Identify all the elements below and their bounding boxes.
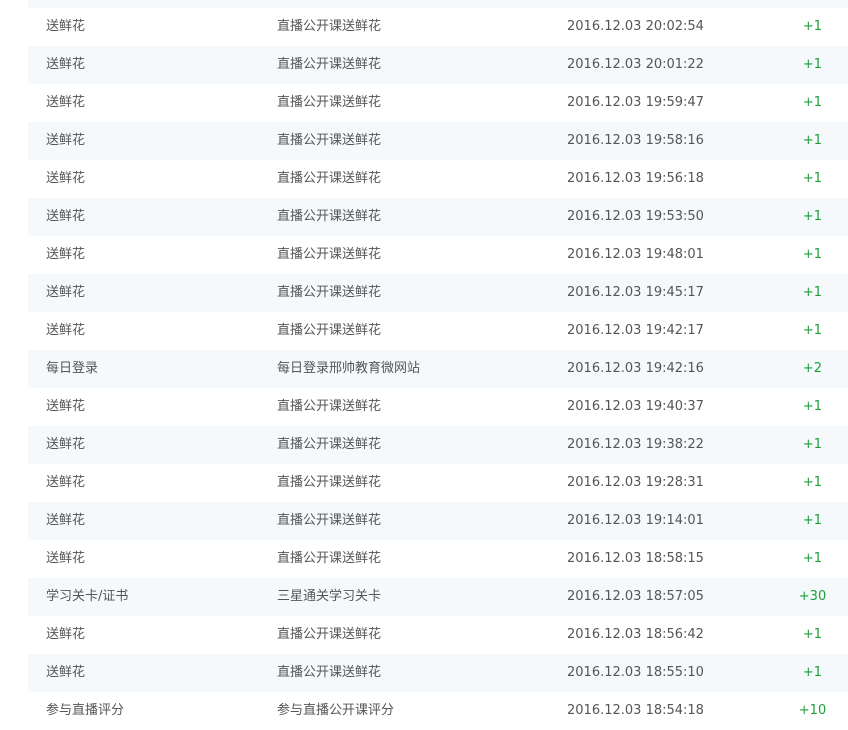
row-timestamp: 2016.12.03 18:58:15 bbox=[567, 551, 704, 566]
row-points: +1 bbox=[802, 665, 823, 680]
row-timestamp: 2016.12.03 19:58:16 bbox=[567, 133, 704, 148]
row-type: 送鲜花 bbox=[46, 171, 86, 186]
row-timestamp: 2016.12.03 19:45:17 bbox=[567, 285, 704, 300]
row-points: +1 bbox=[802, 247, 823, 262]
row-points: +30 bbox=[798, 589, 827, 604]
table-row: 送鲜花 直播公开课送鲜花 2016.12.03 19:53:50 +1 bbox=[28, 198, 848, 236]
row-timestamp: 2016.12.03 19:28:31 bbox=[567, 475, 704, 490]
table-row: 送鲜花 直播公开课送鲜花 2016.12.03 18:58:15 +1 bbox=[28, 540, 848, 578]
table-row: 送鲜花 直播公开课送鲜花 2016.12.03 19:48:01 +1 bbox=[28, 236, 848, 274]
row-type: 送鲜花 bbox=[46, 475, 86, 490]
row-points: +1 bbox=[802, 57, 823, 72]
row-description: 直播公开课送鲜花 bbox=[277, 57, 382, 72]
row-description: 直播公开课送鲜花 bbox=[277, 285, 382, 300]
table-top-strip bbox=[28, 0, 848, 8]
table-row: 送鲜花 直播公开课送鲜花 2016.12.03 18:56:42 +1 bbox=[28, 616, 848, 654]
row-type: 送鲜花 bbox=[46, 57, 86, 72]
row-type: 送鲜花 bbox=[46, 209, 86, 224]
row-description: 直播公开课送鲜花 bbox=[277, 513, 382, 528]
row-points: +1 bbox=[802, 475, 823, 490]
points-history-table: 送鲜花 直播公开课送鲜花 2016.12.03 20:02:54 +1 送鲜花 … bbox=[28, 0, 848, 730]
table-row: 送鲜花 直播公开课送鲜花 2016.12.03 19:40:37 +1 bbox=[28, 388, 848, 426]
row-type: 送鲜花 bbox=[46, 19, 86, 34]
row-timestamp: 2016.12.03 19:42:17 bbox=[567, 323, 704, 338]
row-description: 直播公开课送鲜花 bbox=[277, 171, 382, 186]
row-description: 直播公开课送鲜花 bbox=[277, 475, 382, 490]
table-row: 学习关卡/证书 三星通关学习关卡 2016.12.03 18:57:05 +30 bbox=[28, 578, 848, 616]
row-points: +1 bbox=[802, 627, 823, 642]
row-points: +1 bbox=[802, 399, 823, 414]
table-row: 送鲜花 直播公开课送鲜花 2016.12.03 19:28:31 +1 bbox=[28, 464, 848, 502]
row-points: +1 bbox=[802, 285, 823, 300]
row-description: 每日登录邢帅教育微网站 bbox=[277, 361, 421, 376]
table-row: 送鲜花 直播公开课送鲜花 2016.12.03 19:38:22 +1 bbox=[28, 426, 848, 464]
row-description: 直播公开课送鲜花 bbox=[277, 399, 382, 414]
table-row: 送鲜花 直播公开课送鲜花 2016.12.03 19:45:17 +1 bbox=[28, 274, 848, 312]
row-points: +1 bbox=[802, 513, 823, 528]
row-timestamp: 2016.12.03 19:59:47 bbox=[567, 95, 704, 110]
row-type: 送鲜花 bbox=[46, 323, 86, 338]
row-type: 送鲜花 bbox=[46, 399, 86, 414]
table-row: 送鲜花 直播公开课送鲜花 2016.12.03 19:14:01 +1 bbox=[28, 502, 848, 540]
row-timestamp: 2016.12.03 18:57:05 bbox=[567, 589, 704, 604]
row-description: 直播公开课送鲜花 bbox=[277, 133, 382, 148]
row-timestamp: 2016.12.03 19:40:37 bbox=[567, 399, 704, 414]
row-type: 参与直播评分 bbox=[46, 703, 125, 718]
row-type: 送鲜花 bbox=[46, 627, 86, 642]
table-body: 送鲜花 直播公开课送鲜花 2016.12.03 20:02:54 +1 送鲜花 … bbox=[28, 8, 848, 730]
row-points: +1 bbox=[802, 133, 823, 148]
row-description: 直播公开课送鲜花 bbox=[277, 665, 382, 680]
row-timestamp: 2016.12.03 19:48:01 bbox=[567, 247, 704, 262]
row-description: 参与直播公开课评分 bbox=[277, 703, 395, 718]
table-row: 送鲜花 直播公开课送鲜花 2016.12.03 19:56:18 +1 bbox=[28, 160, 848, 198]
row-timestamp: 2016.12.03 18:56:42 bbox=[567, 627, 704, 642]
row-points: +1 bbox=[802, 551, 823, 566]
row-timestamp: 2016.12.03 20:02:54 bbox=[567, 19, 704, 34]
table-row: 参与直播评分 参与直播公开课评分 2016.12.03 18:54:18 +10 bbox=[28, 692, 848, 730]
row-description: 直播公开课送鲜花 bbox=[277, 247, 382, 262]
row-description: 三星通关学习关卡 bbox=[277, 589, 382, 604]
row-timestamp: 2016.12.03 19:42:16 bbox=[567, 361, 704, 376]
row-timestamp: 2016.12.03 19:53:50 bbox=[567, 209, 704, 224]
row-type: 学习关卡/证书 bbox=[46, 589, 129, 604]
row-type: 送鲜花 bbox=[46, 665, 86, 680]
row-points: +1 bbox=[802, 95, 823, 110]
row-type: 送鲜花 bbox=[46, 513, 86, 528]
row-points: +1 bbox=[802, 171, 823, 186]
row-points: +2 bbox=[802, 361, 823, 376]
row-type: 送鲜花 bbox=[46, 247, 86, 262]
table-row: 送鲜花 直播公开课送鲜花 2016.12.03 20:01:22 +1 bbox=[28, 46, 848, 84]
table-row: 每日登录 每日登录邢帅教育微网站 2016.12.03 19:42:16 +2 bbox=[28, 350, 848, 388]
row-points: +1 bbox=[802, 19, 823, 34]
row-type: 送鲜花 bbox=[46, 95, 86, 110]
table-row: 送鲜花 直播公开课送鲜花 2016.12.03 18:55:10 +1 bbox=[28, 654, 848, 692]
row-timestamp: 2016.12.03 19:38:22 bbox=[567, 437, 704, 452]
row-timestamp: 2016.12.03 19:56:18 bbox=[567, 171, 704, 186]
row-description: 直播公开课送鲜花 bbox=[277, 95, 382, 110]
table-row: 送鲜花 直播公开课送鲜花 2016.12.03 19:42:17 +1 bbox=[28, 312, 848, 350]
table-row: 送鲜花 直播公开课送鲜花 2016.12.03 20:02:54 +1 bbox=[28, 8, 848, 46]
row-timestamp: 2016.12.03 20:01:22 bbox=[567, 57, 704, 72]
row-points: +10 bbox=[798, 703, 827, 718]
row-description: 直播公开课送鲜花 bbox=[277, 323, 382, 338]
row-type: 每日登录 bbox=[46, 361, 99, 376]
row-description: 直播公开课送鲜花 bbox=[277, 209, 382, 224]
row-type: 送鲜花 bbox=[46, 133, 86, 148]
row-type: 送鲜花 bbox=[46, 437, 86, 452]
row-points: +1 bbox=[802, 209, 823, 224]
row-description: 直播公开课送鲜花 bbox=[277, 19, 382, 34]
row-description: 直播公开课送鲜花 bbox=[277, 627, 382, 642]
row-timestamp: 2016.12.03 19:14:01 bbox=[567, 513, 704, 528]
row-points: +1 bbox=[802, 323, 823, 338]
table-row: 送鲜花 直播公开课送鲜花 2016.12.03 19:59:47 +1 bbox=[28, 84, 848, 122]
row-timestamp: 2016.12.03 18:55:10 bbox=[567, 665, 704, 680]
row-points: +1 bbox=[802, 437, 823, 452]
row-description: 直播公开课送鲜花 bbox=[277, 437, 382, 452]
row-type: 送鲜花 bbox=[46, 551, 86, 566]
table-row: 送鲜花 直播公开课送鲜花 2016.12.03 19:58:16 +1 bbox=[28, 122, 848, 160]
row-type: 送鲜花 bbox=[46, 285, 86, 300]
row-timestamp: 2016.12.03 18:54:18 bbox=[567, 703, 704, 718]
row-description: 直播公开课送鲜花 bbox=[277, 551, 382, 566]
